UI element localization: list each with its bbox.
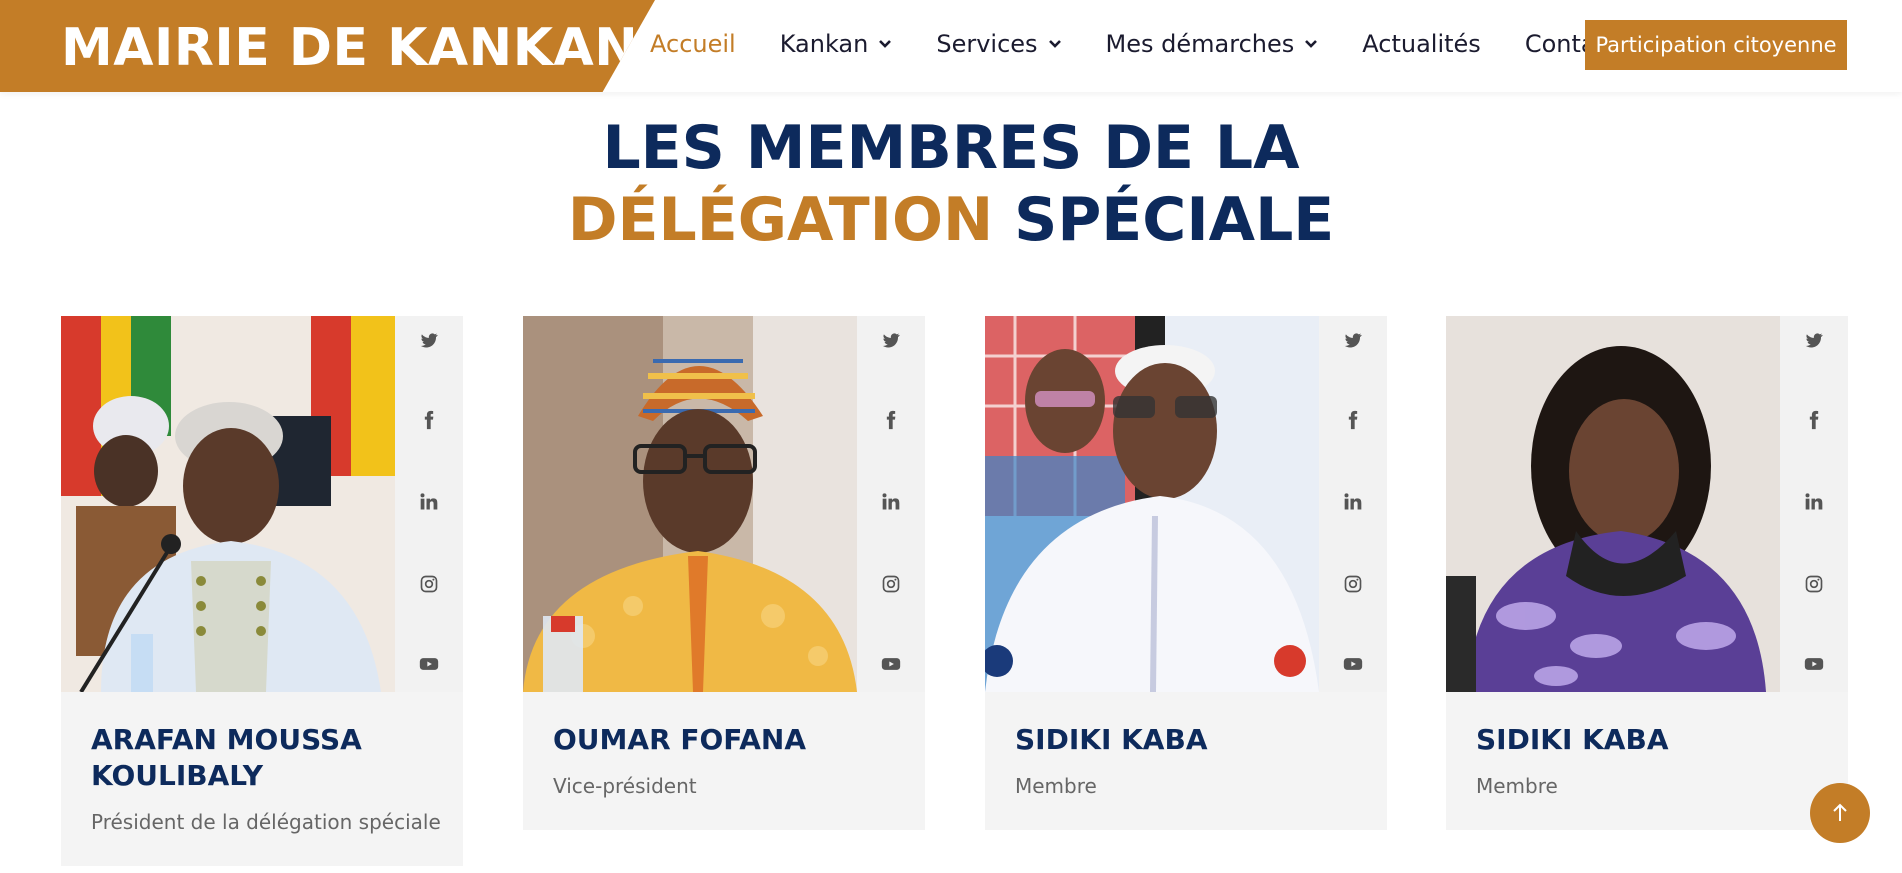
nav-label: Kankan (779, 30, 869, 58)
member-info: SIDIKI KABA Membre (985, 692, 1387, 830)
linkedin-icon[interactable] (1343, 492, 1363, 512)
youtube-icon[interactable] (419, 654, 439, 674)
member-info: ARAFAN MOUSSA KOULIBALY Président de la … (61, 692, 463, 866)
member-photo (1446, 316, 1780, 692)
member-info: OUMAR FOFANA Vice-président (523, 692, 925, 830)
member-name[interactable]: SIDIKI KABA (1015, 722, 1365, 758)
instagram-icon[interactable] (1343, 574, 1363, 594)
member-name[interactable]: ARAFAN MOUSSA KOULIBALY (91, 722, 441, 794)
youtube-icon[interactable] (881, 654, 901, 674)
member-photo (61, 316, 395, 692)
nav-item-accueil[interactable]: Accueil (650, 30, 736, 58)
social-links (1780, 316, 1848, 692)
nav-item-kankan[interactable]: Kankan (780, 30, 893, 58)
chevron-down-icon (1305, 40, 1318, 48)
facebook-icon[interactable] (419, 410, 439, 430)
social-links (1319, 316, 1387, 692)
member-role: Membre (1476, 774, 1558, 798)
linkedin-icon[interactable] (881, 492, 901, 512)
nav-label: Mes démarches (1105, 30, 1295, 58)
instagram-icon[interactable] (419, 574, 439, 594)
youtube-icon[interactable] (1804, 654, 1824, 674)
main-nav: Accueil Kankan Services Mes démarches Ac… (650, 0, 1662, 88)
section-title-rest: SPÉCIALE (993, 185, 1335, 255)
nav-label: Actualités (1362, 30, 1481, 58)
nav-label: Services (936, 30, 1038, 58)
chevron-down-icon (879, 40, 892, 48)
social-links (395, 316, 463, 692)
arrow-up-icon (1833, 803, 1847, 821)
member-photo (985, 316, 1319, 692)
section-title-accent: DÉLÉGATION (567, 185, 994, 255)
participation-button[interactable]: Participation citoyenne (1585, 20, 1847, 70)
facebook-icon[interactable] (1804, 410, 1824, 430)
nav-label: Accueil (650, 30, 736, 58)
chevron-down-icon (1048, 40, 1061, 48)
instagram-icon[interactable] (1804, 574, 1824, 594)
scroll-to-top-button[interactable] (1810, 783, 1870, 843)
section-title-line1: LES MEMBRES DE LA (602, 113, 1300, 183)
section-title: LES MEMBRES DE LA DÉLÉGATION SPÉCIALE (0, 112, 1902, 256)
member-name[interactable]: OUMAR FOFANA (553, 722, 903, 758)
member-name[interactable]: SIDIKI KABA (1476, 722, 1826, 758)
facebook-icon[interactable] (1343, 410, 1363, 430)
twitter-icon[interactable] (881, 330, 901, 350)
site-header: MAIRIE DE KANKAN Accueil Kankan Services… (0, 0, 1902, 92)
member-photo (523, 316, 857, 692)
linkedin-icon[interactable] (1804, 492, 1824, 512)
member-role: Président de la délégation spéciale (91, 810, 441, 834)
facebook-icon[interactable] (881, 410, 901, 430)
nav-item-mes-demarches[interactable]: Mes démarches (1106, 30, 1319, 58)
nav-item-actualites[interactable]: Actualités (1362, 30, 1481, 58)
member-role: Vice-président (553, 774, 697, 798)
brand-banner[interactable]: MAIRIE DE KANKAN (0, 0, 655, 92)
member-role: Membre (1015, 774, 1097, 798)
nav-item-services[interactable]: Services (936, 30, 1061, 58)
social-links (857, 316, 925, 692)
site-logo-text[interactable]: MAIRIE DE KANKAN (61, 18, 638, 78)
instagram-icon[interactable] (881, 574, 901, 594)
twitter-icon[interactable] (1804, 330, 1824, 350)
youtube-icon[interactable] (1343, 654, 1363, 674)
linkedin-icon[interactable] (419, 492, 439, 512)
twitter-icon[interactable] (1343, 330, 1363, 350)
member-info: SIDIKI KABA Membre (1446, 692, 1848, 830)
twitter-icon[interactable] (419, 330, 439, 350)
section-title-line2: DÉLÉGATION SPÉCIALE (0, 184, 1902, 256)
